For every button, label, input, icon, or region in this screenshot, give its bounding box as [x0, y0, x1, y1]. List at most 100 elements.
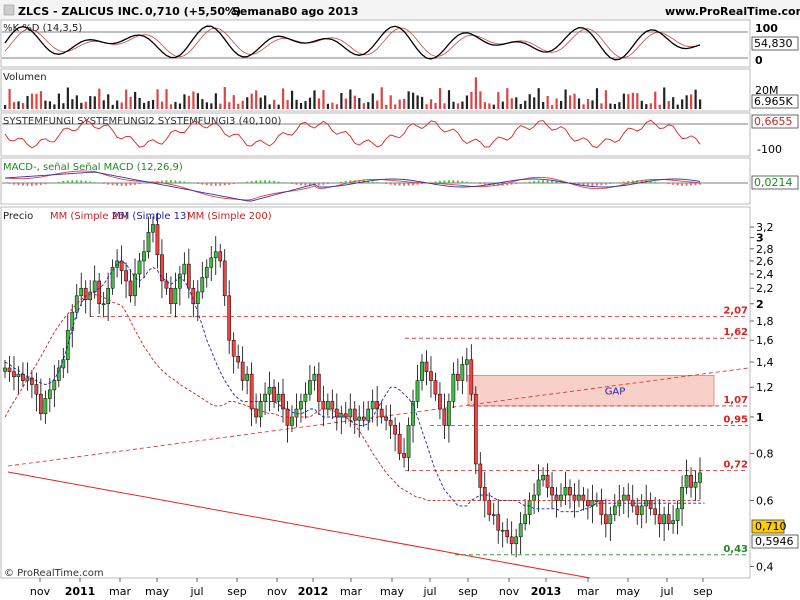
candle-body	[671, 520, 675, 525]
volume-bar	[62, 103, 65, 109]
macd-hist-bar	[600, 183, 603, 186]
macd-hist-bar	[178, 180, 181, 183]
window-menu-icon[interactable]	[3, 4, 15, 16]
macd-hist-bar	[389, 183, 392, 185]
volume-bar	[524, 100, 527, 109]
macd-hist-bar	[273, 180, 275, 183]
macd-hist-bar	[232, 183, 235, 185]
x-tick-label: jul	[189, 585, 203, 598]
stoch-value: 54,830	[754, 37, 793, 50]
volume-bar	[582, 104, 585, 109]
volume-value: 6.965K	[754, 95, 793, 108]
x-tick-label: 2011	[65, 585, 96, 598]
volume-bar	[358, 98, 361, 109]
volume-bar	[12, 102, 16, 109]
candle-body	[608, 514, 613, 525]
candle-body	[603, 514, 608, 525]
volume-bar	[308, 97, 312, 109]
macd-hist-bar	[62, 181, 65, 183]
volume-bar	[649, 103, 652, 109]
macd-hist-bar	[322, 183, 325, 185]
volume-bar	[93, 96, 96, 109]
volume-bar	[331, 102, 334, 109]
ticker-label: ZLCS - ZALICUS INC.	[18, 5, 143, 18]
candle-body	[572, 494, 577, 501]
level-label: 1,62	[723, 327, 748, 338]
x-tick-label: sep	[458, 585, 477, 598]
y-tick-label: 2,6	[756, 255, 774, 268]
y-tick-label: 1,2	[756, 381, 774, 394]
macd-hist-bar	[448, 180, 450, 183]
volume-bar	[551, 104, 554, 109]
candle-body	[532, 494, 536, 501]
volume-bar	[560, 100, 563, 109]
gap-label: GAP	[605, 387, 626, 398]
volume-bar	[640, 100, 643, 109]
volume-bar	[232, 95, 235, 109]
volume-bar	[107, 94, 110, 109]
volume-bar	[461, 101, 464, 109]
candle-body	[523, 514, 527, 525]
macd-hist-bar	[658, 182, 661, 183]
macd-hist-bar	[134, 183, 136, 185]
candle-body	[357, 416, 362, 421]
macd-hist-bar	[394, 183, 396, 186]
macd-hist-bar	[102, 183, 105, 184]
candle-body	[97, 280, 102, 305]
candle-body	[577, 494, 581, 501]
macd-hist-bar	[138, 183, 141, 185]
volume-bar	[259, 97, 262, 109]
macd-hist-bar	[510, 183, 513, 185]
candle-body	[456, 373, 460, 381]
candle-body	[675, 508, 680, 521]
volume-bar	[246, 97, 249, 109]
candle-body	[52, 380, 57, 391]
system-scale-bottom: -100	[757, 143, 782, 156]
macd-hist-bar	[66, 180, 69, 183]
candle-body	[491, 514, 496, 516]
volume-bar	[75, 95, 78, 109]
macd-hist-bar	[241, 182, 244, 183]
volume-bar	[299, 102, 303, 109]
volume-bar	[667, 101, 670, 109]
candle-body	[74, 295, 79, 313]
volume-bar	[210, 103, 213, 109]
macd-hist-bar	[223, 183, 226, 186]
macd-hist-bar	[120, 183, 123, 186]
macd-hist-bar	[219, 183, 222, 186]
candle-body	[12, 371, 16, 377]
macd-hist-bar	[187, 182, 190, 183]
macd-hist-bar	[595, 183, 598, 186]
macd-hist-bar	[676, 183, 679, 186]
candle-body	[514, 536, 519, 545]
macd-hist-bar	[551, 180, 553, 183]
candle-body	[137, 260, 142, 275]
macd-hist-bar	[107, 183, 110, 185]
volume-bar	[367, 102, 370, 109]
macd-hist-bar	[17, 183, 20, 186]
candle-body	[308, 380, 312, 395]
candle-body	[160, 254, 164, 282]
macd-hist-bar	[89, 181, 92, 183]
volume-bar	[165, 89, 168, 109]
volume-bar	[241, 100, 244, 109]
macd-hist-bar	[264, 180, 266, 183]
volume-bar	[295, 99, 298, 109]
candle-body	[482, 487, 487, 501]
volume-bar	[4, 105, 7, 109]
macd-hist-bar	[667, 183, 670, 185]
volume-bar	[429, 99, 433, 109]
volume-bar	[654, 91, 657, 109]
volume-bar	[421, 96, 424, 109]
x-tick-label: sep	[693, 585, 712, 598]
candle-body	[133, 273, 137, 297]
candle-body	[635, 505, 640, 515]
volume-bar	[456, 103, 460, 109]
volume-bar	[618, 102, 621, 109]
macd-hist-bar	[461, 180, 464, 183]
site-label: www.ProRealTime.com	[665, 5, 800, 18]
candle-body	[599, 500, 604, 515]
volume-bar	[125, 89, 128, 109]
x-tick-label: 2013	[531, 585, 562, 598]
candle-body	[554, 494, 559, 501]
